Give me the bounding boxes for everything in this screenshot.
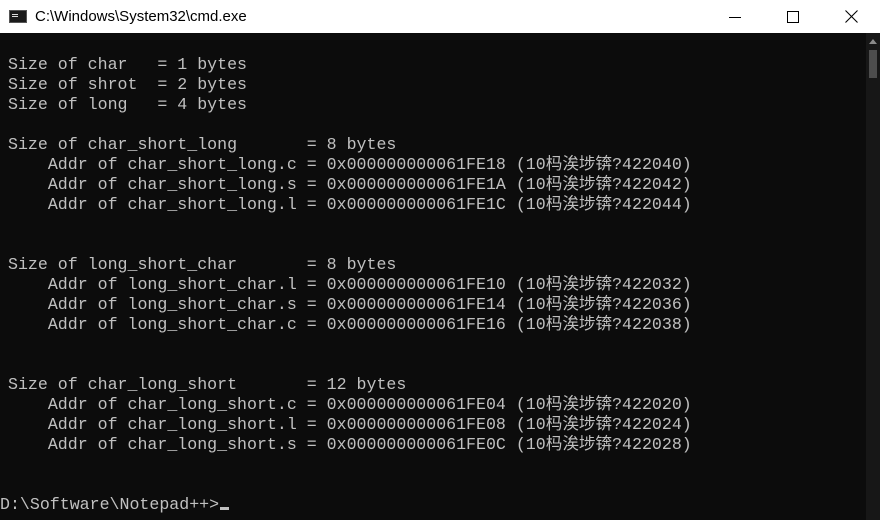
window-controls [706,0,880,33]
cmd-app-icon[interactable] [9,10,27,23]
console-line: Addr of long_short_char.l = 0x0000000000… [8,275,692,294]
console-line: Addr of char_long_short.s = 0x0000000000… [8,435,692,454]
console-line: Addr of char_short_long.s = 0x0000000000… [8,175,692,194]
window-title: C:\Windows\System32\cmd.exe [35,8,247,25]
vertical-scrollbar[interactable] [866,33,880,520]
scroll-thumb[interactable] [869,50,877,78]
maximize-button[interactable] [764,0,822,33]
console-line: Size of char_short_long = 8 bytes [8,135,397,154]
console-line: Addr of char_long_short.l = 0x0000000000… [8,415,692,434]
console-line: Addr of long_short_char.c = 0x0000000000… [8,315,692,334]
minimize-button[interactable] [706,0,764,33]
scroll-up-arrow-icon [869,39,877,44]
close-button[interactable] [822,0,880,33]
console-line: Size of char_long_short = 12 bytes [8,375,407,394]
minimize-icon [729,16,741,18]
text-cursor [220,507,230,510]
console-line: Addr of long_short_char.s = 0x0000000000… [8,295,692,314]
maximize-icon [787,10,799,23]
console-line: Size of shrot = 2 bytes [8,75,247,94]
close-icon [844,10,858,23]
console-line: Size of long_short_char = 8 bytes [8,255,397,274]
prompt-path: D:\Software\Notepad++> [0,495,220,514]
console-output[interactable]: Size of char = 1 bytes Size of shrot = 2… [0,33,866,520]
console-line: Addr of char_short_long.l = 0x0000000000… [8,195,692,214]
console-line: Size of char = 1 bytes [8,55,247,74]
console-line: Size of long = 4 bytes [8,95,247,114]
cmd-window: C:\Windows\System32\cmd.exe Size of char… [0,0,880,520]
command-prompt[interactable]: D:\Software\Notepad++> [0,495,230,515]
title-bar[interactable]: C:\Windows\System32\cmd.exe [0,0,880,33]
scroll-up-button[interactable] [866,33,880,50]
console-line: Addr of char_long_short.c = 0x0000000000… [8,395,692,414]
console-line: Addr of char_short_long.c = 0x0000000000… [8,155,692,174]
